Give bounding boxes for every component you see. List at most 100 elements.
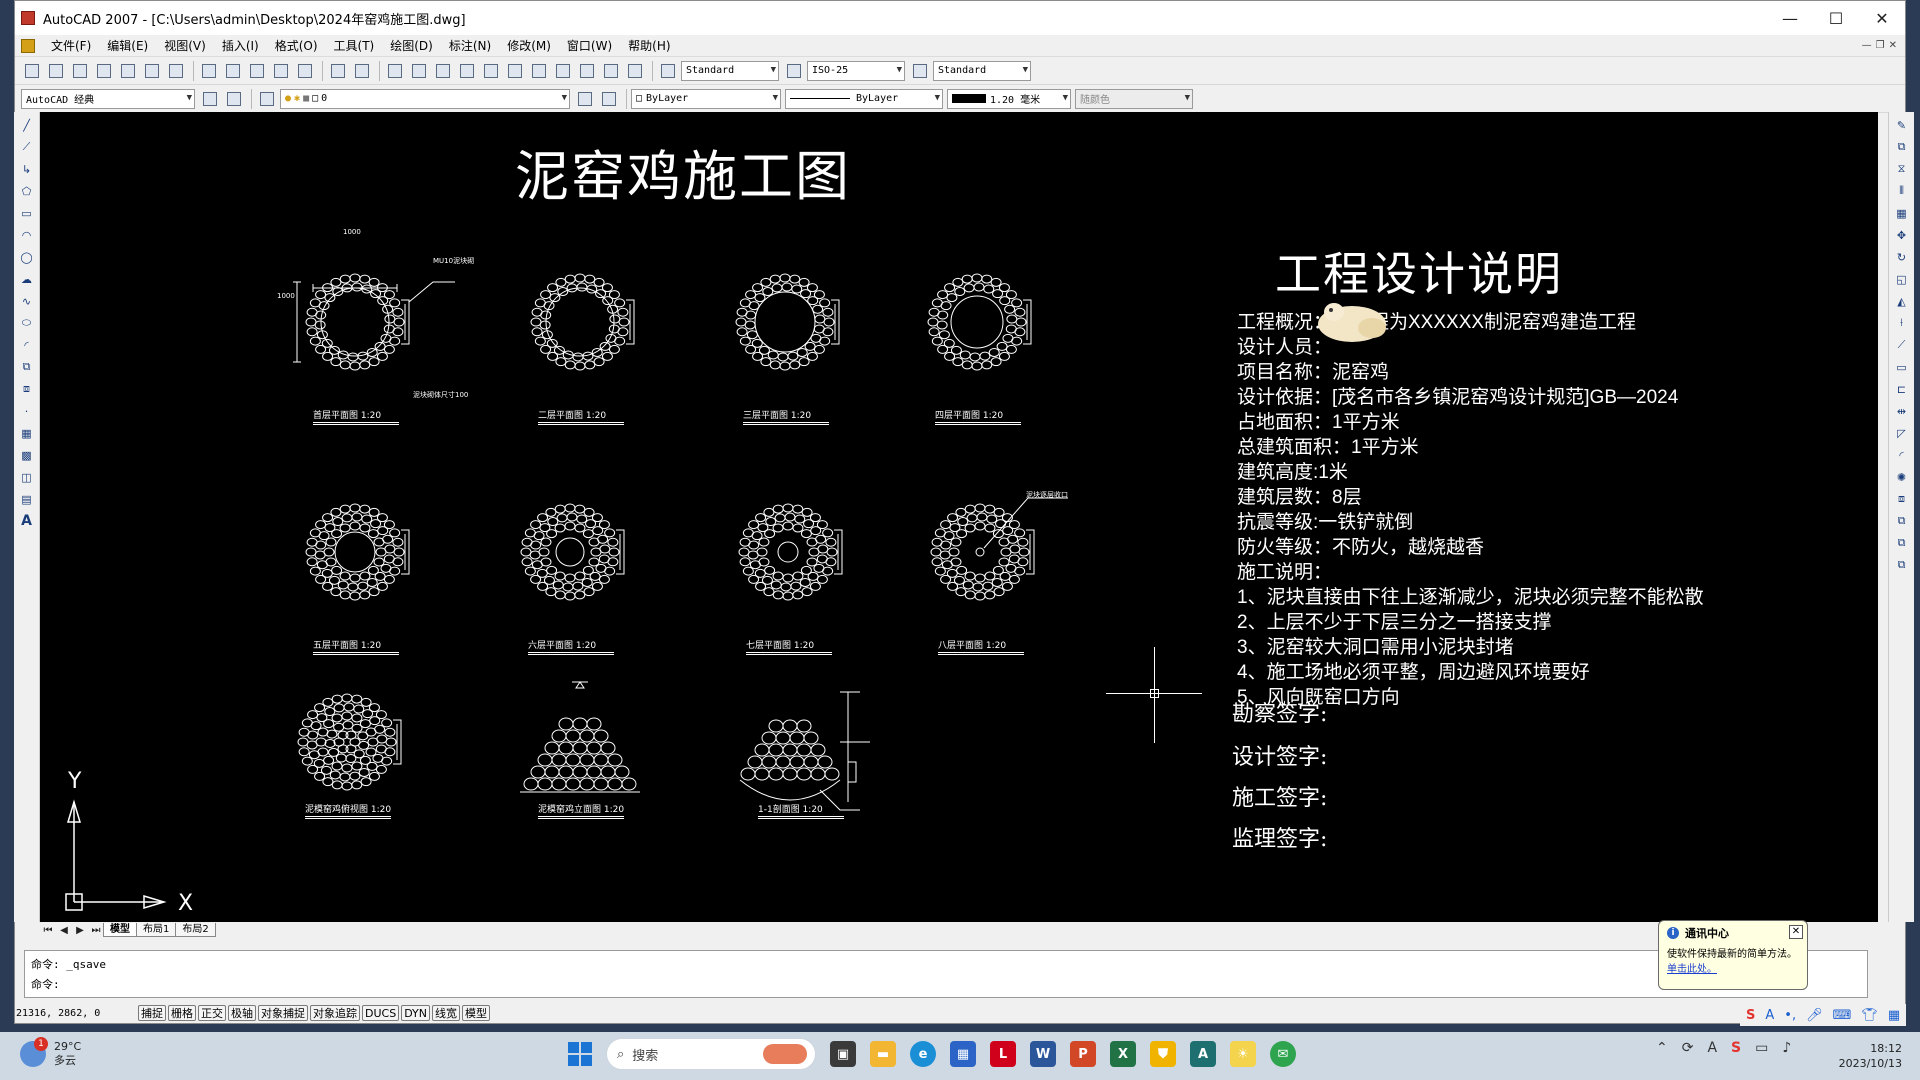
- text-style-select[interactable]: Standard ▼: [681, 60, 779, 81]
- document-icon[interactable]: [21, 38, 35, 53]
- offset-icon[interactable]: ⫴: [1893, 182, 1911, 200]
- menu-draw[interactable]: 绘图(D): [382, 37, 441, 54]
- publish-icon[interactable]: [141, 60, 163, 82]
- ime-skin-icon[interactable]: 👕︎: [1861, 1008, 1878, 1023]
- save-icon[interactable]: [69, 60, 91, 82]
- sogou-logo-icon[interactable]: S: [1746, 1008, 1755, 1023]
- autocad-taskbar-icon[interactable]: A: [1190, 1041, 1216, 1067]
- stretch-icon[interactable]: ◭: [1893, 292, 1911, 310]
- first-tab-arrow-icon[interactable]: ⏮: [40, 925, 56, 936]
- menu-tools[interactable]: 工具(T): [326, 37, 383, 54]
- balloon-close-icon[interactable]: ✕: [1789, 925, 1803, 939]
- erase-icon[interactable]: ✎: [1893, 116, 1911, 134]
- redo-icon[interactable]: [351, 60, 373, 82]
- doc-restore-icon[interactable]: ❐: [1876, 40, 1885, 51]
- menu-edit[interactable]: 编辑(E): [99, 37, 156, 54]
- table-style-select[interactable]: Standard ▼: [933, 60, 1031, 81]
- line-tool-icon[interactable]: ╱: [18, 116, 36, 134]
- scale-icon[interactable]: ◱: [1893, 270, 1911, 288]
- tool-palettes-icon[interactable]: [528, 60, 550, 82]
- menu-window[interactable]: 窗口(W): [559, 37, 620, 54]
- l-app-icon[interactable]: L: [990, 1041, 1016, 1067]
- circle-icon[interactable]: ◯: [18, 248, 36, 266]
- extend-icon[interactable]: ⟋: [1893, 336, 1911, 354]
- command-input[interactable]: 命令:: [31, 975, 1861, 995]
- trim-icon[interactable]: ⟊: [1893, 314, 1911, 332]
- taskbar-clock[interactable]: 18:12 2023/10/13: [1839, 1041, 1902, 1071]
- arc-icon[interactable]: ◠: [18, 226, 36, 244]
- ortho-toggle[interactable]: 正交: [198, 1005, 226, 1021]
- otrack-toggle[interactable]: 对象追踪: [310, 1005, 360, 1021]
- tray-chevron-icon[interactable]: ⌃: [1656, 1040, 1668, 1056]
- draw-order-icon[interactable]: ⧈: [1893, 490, 1911, 508]
- task-view-icon[interactable]: ▣: [830, 1041, 856, 1067]
- ime-tools-icon[interactable]: ▦: [1888, 1008, 1900, 1023]
- ime-voice-icon[interactable]: 🎤︎: [1806, 1008, 1823, 1023]
- cut-icon[interactable]: [198, 60, 220, 82]
- chamfer-icon[interactable]: ◸: [1893, 424, 1911, 442]
- copy-object-icon[interactable]: ⧉: [1893, 138, 1911, 156]
- properties-icon[interactable]: [480, 60, 502, 82]
- lineweight-toggle[interactable]: 线宽: [432, 1005, 461, 1021]
- construction-line-icon[interactable]: ⟋: [18, 138, 36, 156]
- volume-icon[interactable]: ♪: [1782, 1040, 1791, 1056]
- balloon-link[interactable]: 单击此处。: [1667, 960, 1799, 975]
- copy-icon[interactable]: [222, 60, 244, 82]
- polyline-icon[interactable]: ↳: [18, 160, 36, 178]
- wechat-icon[interactable]: ✉: [1270, 1041, 1296, 1067]
- store-icon[interactable]: ▦: [950, 1041, 976, 1067]
- revision-cloud-icon[interactable]: ☁: [18, 270, 36, 288]
- ime-mode-icon[interactable]: A: [1765, 1008, 1774, 1023]
- model-toggle[interactable]: 模型: [462, 1005, 491, 1021]
- display-icon[interactable]: ▭: [1755, 1040, 1768, 1056]
- zoom-previous-icon[interactable]: [456, 60, 478, 82]
- tab-model[interactable]: 模型: [103, 923, 137, 937]
- table-style-icon[interactable]: [909, 60, 931, 82]
- layer-previous-icon[interactable]: [598, 88, 620, 110]
- hatch-icon[interactable]: ▦: [18, 424, 36, 442]
- command-window[interactable]: 命令: _qsave 命令:: [24, 950, 1868, 998]
- menu-help[interactable]: 帮助(H): [620, 37, 678, 54]
- ellipse-icon[interactable]: ⬭: [18, 314, 36, 332]
- explode-icon[interactable]: ✺: [1893, 468, 1911, 486]
- color-select[interactable]: □ ByLayer ▼: [631, 88, 781, 109]
- last-tab-arrow-icon[interactable]: ⏭: [88, 925, 104, 936]
- help-icon[interactable]: [624, 60, 646, 82]
- cursor-coordinates[interactable]: 21316, 2862, 0: [16, 1008, 138, 1019]
- dyn-toggle[interactable]: DYN: [401, 1005, 431, 1021]
- ime-keyboard-icon[interactable]: ⌨: [1833, 1008, 1852, 1023]
- weather-widget[interactable]: 1 29°C 多云: [20, 1037, 81, 1068]
- workspace-select[interactable]: AutoCAD 经典 ▼: [21, 88, 195, 109]
- rotate-icon[interactable]: ↻: [1893, 248, 1911, 266]
- osnap-toggle[interactable]: 对象捕捉: [258, 1005, 308, 1021]
- font-icon[interactable]: A: [1707, 1040, 1717, 1056]
- text-order-icon[interactable]: ⧉: [1893, 556, 1911, 574]
- mirror-icon[interactable]: ⧖: [1893, 160, 1911, 178]
- 3d-dwf-icon[interactable]: [165, 60, 187, 82]
- file-explorer-icon[interactable]: ▬: [870, 1041, 896, 1067]
- array-icon[interactable]: ▦: [1893, 204, 1911, 222]
- excel-icon[interactable]: X: [1110, 1041, 1136, 1067]
- tab-layout1[interactable]: 布局1: [136, 923, 177, 937]
- tab-layout2[interactable]: 布局2: [175, 923, 216, 937]
- paste-icon[interactable]: [246, 60, 268, 82]
- idea-app-icon[interactable]: ☀: [1230, 1041, 1256, 1067]
- bring-front-icon[interactable]: ⧉: [1893, 512, 1911, 530]
- menu-file[interactable]: 文件(F): [43, 37, 99, 54]
- menu-insert[interactable]: 插入(I): [214, 37, 267, 54]
- minimize-button[interactable]: —: [1767, 1, 1813, 35]
- doc-close-icon[interactable]: ✕: [1889, 40, 1897, 51]
- join-icon[interactable]: ⇹: [1893, 402, 1911, 420]
- dim-style-icon[interactable]: [783, 60, 805, 82]
- lineweight-select[interactable]: 1.20 毫米 ▼: [947, 88, 1071, 109]
- workspace-settings-icon[interactable]: [199, 88, 221, 110]
- menu-format[interactable]: 格式(O): [267, 37, 326, 54]
- move-icon[interactable]: ✥: [1893, 226, 1911, 244]
- pan-icon[interactable]: [384, 60, 406, 82]
- sogou-ime-icon[interactable]: S: [1731, 1040, 1741, 1056]
- grid-toggle[interactable]: 栅格: [168, 1005, 196, 1021]
- snap-toggle[interactable]: 捕捉: [138, 1005, 166, 1021]
- polygon-icon[interactable]: ⬠: [18, 182, 36, 200]
- workspace-save-icon[interactable]: [223, 88, 245, 110]
- prev-tab-arrow-icon[interactable]: ◀: [56, 925, 72, 936]
